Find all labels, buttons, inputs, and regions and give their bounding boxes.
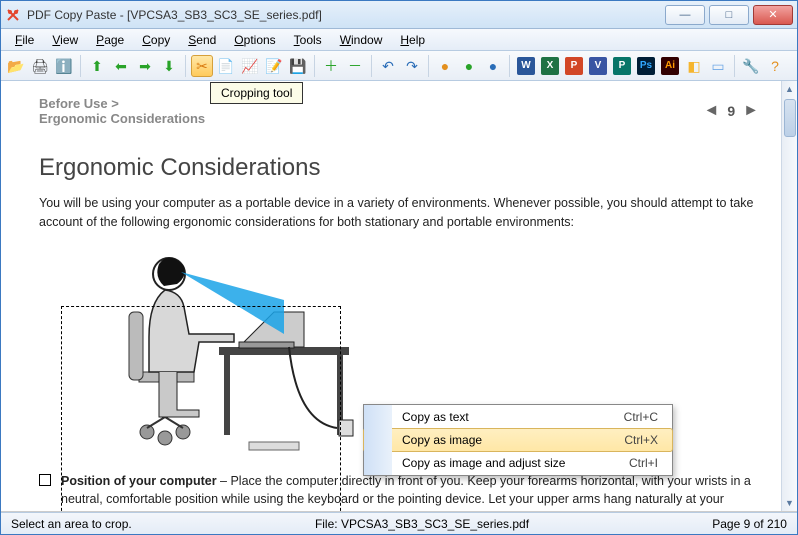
page-heading: Ergonomic Considerations [39,154,759,182]
visio-icon[interactable]: V [587,55,609,77]
wrench-icon[interactable]: 🔧 [740,55,762,77]
close-button[interactable]: ✕ [753,5,793,25]
maximize-button[interactable]: □ [709,5,749,25]
right-green-icon[interactable]: ➡ [134,55,156,77]
menu-view[interactable]: View [44,31,86,49]
page-number: 9 [727,103,735,119]
menu-help[interactable]: Help [392,31,433,49]
save-icon[interactable]: 💾 [287,55,309,77]
next-page-icon[interactable]: ► [743,102,759,120]
undo-icon[interactable]: ↶ [377,55,399,77]
info-icon[interactable]: ℹ️ [53,55,75,77]
redo-icon[interactable]: ↷ [401,55,423,77]
add-green-icon[interactable]: ＋ [320,55,342,77]
window-titlebar: PDF Copy Paste - [VPCSA3_SB3_SC3_SE_seri… [1,1,797,29]
status-page: Page 9 of 210 [712,517,787,531]
checkbox-icon [39,474,51,486]
misc-icon[interactable]: ◧ [683,55,705,77]
section-header: Ergonomic Considerations [39,111,205,126]
menu-file[interactable]: File [7,31,42,49]
copy-icon[interactable]: 📄 [215,55,237,77]
scroll-thumb[interactable] [784,99,796,137]
remove-green-icon[interactable]: － [344,55,366,77]
dot-orange-icon[interactable]: ● [434,55,456,77]
crop-selection[interactable] [61,306,341,512]
dot-green-icon[interactable]: ● [458,55,480,77]
word-icon[interactable]: W [515,55,537,77]
context-item-copy-as-text[interactable]: Copy as textCtrl+C [364,405,672,429]
left-green-icon[interactable]: ⬅ [110,55,132,77]
menu-window[interactable]: Window [332,31,391,49]
doc-icon[interactable]: ▭ [707,55,729,77]
vertical-scrollbar[interactable]: ▲ ▼ [781,81,797,511]
window-title: PDF Copy Paste - [VPCSA3_SB3_SC3_SE_seri… [27,8,322,22]
toolbar: 📂🖨ℹ️⬆⬅➡⬇✂📄📈📝💾＋－↶↷●●●WXPVPPsAi◧▭🔧? [1,51,797,81]
menu-tools[interactable]: Tools [286,31,330,49]
menu-options[interactable]: Options [226,31,283,49]
up-green-icon[interactable]: ⬆ [86,55,108,77]
document-viewport[interactable]: ▲ ▼ Before Use > Ergonomic Consideration… [1,81,797,512]
context-menu: Copy as textCtrl+CCopy as imageCtrl+XCop… [363,404,673,476]
illustrator-icon[interactable]: Ai [659,55,681,77]
menu-bar: FileViewPageCopySendOptionsToolsWindowHe… [1,29,797,51]
status-hint: Select an area to crop. [11,517,132,531]
menu-copy[interactable]: Copy [134,31,178,49]
prev-page-icon[interactable]: ◄ [704,102,720,120]
context-item-copy-as-image[interactable]: Copy as imageCtrl+X [363,428,673,452]
help-icon[interactable]: ? [764,55,786,77]
publisher-icon[interactable]: P [611,55,633,77]
text-icon[interactable]: 📝 [263,55,285,77]
breadcrumb: Before Use > [39,96,205,111]
status-file: File: VPCSA3_SB3_SC3_SE_series.pdf [315,517,529,531]
tooltip: Cropping tool [210,82,303,104]
excel-icon[interactable]: X [539,55,561,77]
open-icon[interactable]: 📂 [5,55,27,77]
print-icon[interactable]: 🖨 [29,55,51,77]
chart-icon[interactable]: 📈 [239,55,261,77]
scroll-down-icon[interactable]: ▼ [782,495,797,511]
intro-paragraph: You will be using your computer as a por… [39,194,759,232]
powerpoint-icon[interactable]: P [563,55,585,77]
dot-blue-icon[interactable]: ● [482,55,504,77]
context-item-copy-as-image-and-adjust-size[interactable]: Copy as image and adjust sizeCtrl+I [364,451,672,475]
menu-send[interactable]: Send [180,31,224,49]
status-bar: Select an area to crop. File: VPCSA3_SB3… [1,512,797,534]
down-green-icon[interactable]: ⬇ [158,55,180,77]
photoshop-icon[interactable]: Ps [635,55,657,77]
app-icon [5,7,21,23]
scroll-up-icon[interactable]: ▲ [782,81,797,97]
menu-page[interactable]: Page [88,31,132,49]
crop-tool-icon[interactable]: ✂ [191,55,213,77]
minimize-button[interactable]: — [665,5,705,25]
